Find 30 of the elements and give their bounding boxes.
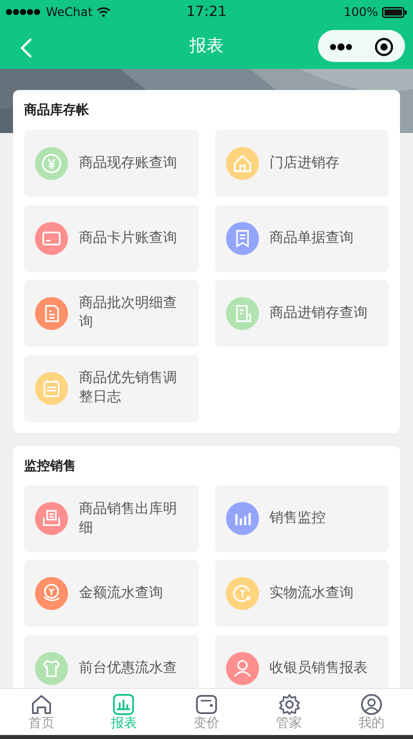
report-tile[interactable]: 门店进销存 [214,130,389,196]
home-icon [30,693,53,716]
report-tile[interactable]: 实物流水查询 [214,560,389,627]
back-icon [19,36,33,59]
status-time: 17:21 [186,2,227,22]
report-tile[interactable]: 商品现存账查询 [24,130,198,196]
more-icon [328,42,353,52]
chart-icon [112,693,136,716]
close-icon [374,36,394,57]
report-tile[interactable]: 商品批次明细查询 [24,280,198,346]
report-tile[interactable]: 商品单据查询 [214,204,389,272]
report-tile[interactable]: 收银员销售报表 [214,635,389,688]
report-tile[interactable]: 商品进销存查询 [214,280,389,346]
report-tile[interactable]: 商品优先销售调整日志 [24,354,198,422]
section-title: 商品库存帐 [24,102,90,120]
battery-level: 100% [344,4,378,21]
wifi-icon [96,7,110,17]
page-title: 报表 [190,34,224,58]
report-tile[interactable]: 销售监控 [214,485,389,552]
settings-icon [278,693,301,716]
report-tile[interactable]: 商品卡片账查询 [24,204,198,272]
signal-icon [6,8,42,16]
report-tile[interactable]: 前台优惠流水查 [24,635,198,688]
section-title: 监控销售 [24,458,77,476]
wallet-icon [194,693,218,716]
carrier-name: WeChat [46,4,93,21]
battery-icon [382,6,408,18]
report-tile[interactable]: 商品销售出库明细 [24,485,198,552]
user-icon [360,693,384,716]
report-tile[interactable]: 金额流水查询 [24,560,198,627]
